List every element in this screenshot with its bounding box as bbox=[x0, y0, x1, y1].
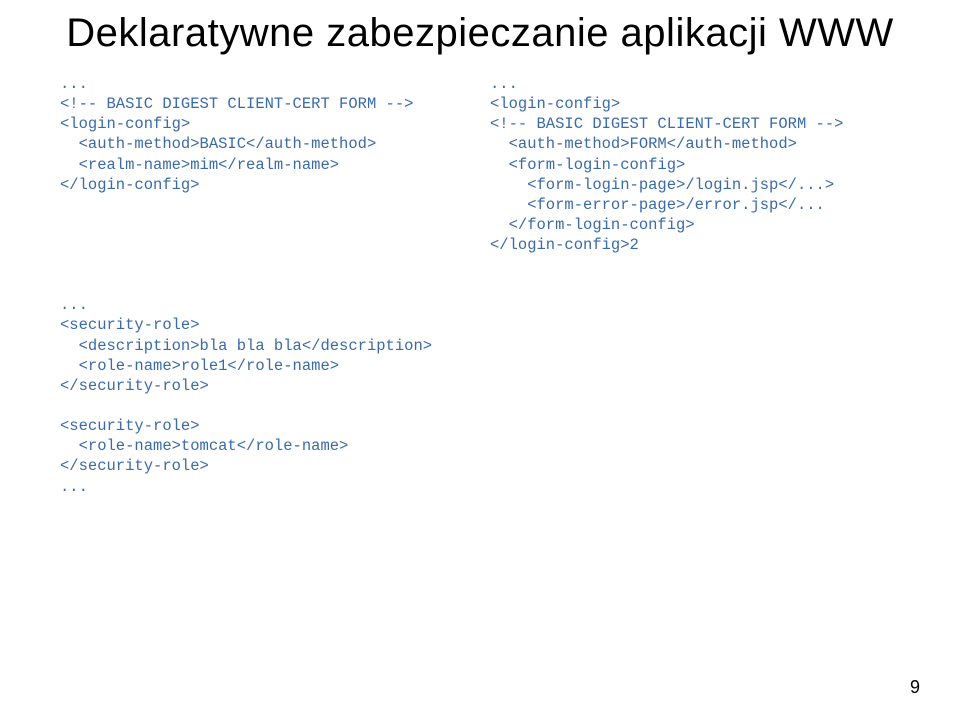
slide-page: Deklaratywne zabezpieczanie aplikacji WW… bbox=[0, 0, 960, 716]
code-block-bottom: ... <security-role> <description>bla bla… bbox=[60, 295, 900, 496]
code-block-right: ... <login-config> <!-- BASIC DIGEST CLI… bbox=[490, 74, 900, 255]
page-title: Deklaratywne zabezpieczanie aplikacji WW… bbox=[60, 10, 900, 56]
page-number: 9 bbox=[910, 677, 920, 698]
code-columns: ... <!-- BASIC DIGEST CLIENT-CERT FORM -… bbox=[60, 74, 900, 255]
code-block-left: ... <!-- BASIC DIGEST CLIENT-CERT FORM -… bbox=[60, 74, 470, 255]
